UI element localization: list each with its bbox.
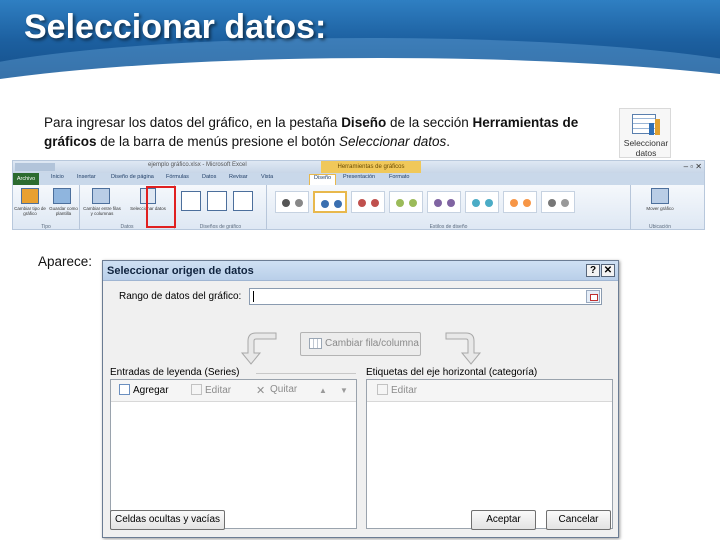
tab-inicio[interactable]: Inicio — [51, 174, 64, 180]
edit-icon — [377, 384, 388, 395]
move-down-button[interactable]: ▼ — [339, 386, 349, 396]
move-up-button[interactable]: ▲ — [318, 386, 328, 396]
tab-formulas[interactable]: Fórmulas — [166, 174, 189, 180]
switch-row-column-label[interactable]: Cambiar entre filas y columnas — [82, 206, 122, 216]
remove-x-icon: ✕ — [256, 385, 266, 397]
tab-datos[interactable]: Datos — [202, 174, 216, 180]
style-thumb[interactable] — [427, 191, 461, 213]
group-ubicacion: Mover gráfico Ubicación — [631, 185, 689, 230]
series-section-label: Entradas de leyenda (Series) — [110, 367, 240, 378]
layout-thumb[interactable] — [181, 191, 201, 211]
group-disenos: Diseños de gráfico — [175, 185, 267, 230]
group-label: Ubicación — [649, 224, 671, 230]
style-thumb-selected[interactable] — [313, 191, 347, 213]
tab-revisar[interactable]: Revisar — [229, 174, 248, 180]
series-toolbar: Agregar Editar ✕ Quitar ▲ ▼ — [111, 380, 356, 402]
change-chart-type-label[interactable]: Cambiar tipo de gráfico — [13, 206, 47, 216]
divider — [256, 373, 356, 374]
chart-bar — [655, 119, 660, 135]
select-data-big-icon: Seleccionar datos — [619, 108, 671, 158]
remove-series-button[interactable]: ✕ Quitar — [256, 384, 297, 397]
appears-label: Aparece: — [38, 254, 93, 269]
tab-vista[interactable]: Vista — [261, 174, 273, 180]
collapse-dialog-icon[interactable] — [586, 290, 600, 303]
chart-bar — [649, 123, 654, 135]
tab-diseno[interactable]: Diseño — [309, 174, 337, 185]
tab-formato[interactable]: Formato — [389, 174, 409, 180]
group-estilos: Estilos de diseño — [267, 185, 631, 230]
dialog-title: Seleccionar origen de datos — [107, 265, 254, 277]
text-cursor — [253, 291, 254, 302]
dialog-title-bar: Seleccionar origen de datos ? ✕ — [103, 261, 618, 281]
edit-series-button[interactable]: Editar — [191, 384, 231, 396]
style-thumb[interactable] — [389, 191, 423, 213]
excel-ribbon: ejemplo gráfico.xlsx - Microsoft Excel H… — [12, 160, 705, 230]
quick-access-toolbar[interactable] — [15, 163, 55, 171]
context-tab-label: Herramientas de gráficos — [321, 161, 421, 173]
slide-title: Seleccionar datos: — [24, 8, 327, 46]
ok-button[interactable]: Aceptar — [471, 510, 536, 530]
add-series-button[interactable]: Agregar — [119, 384, 169, 396]
switch-row-column-text: Cambiar fila/columna — [325, 338, 419, 349]
instruction-paragraph: Para ingresar los datos del gráfico, en … — [44, 115, 579, 149]
move-chart-label[interactable]: Mover gráfico — [639, 206, 681, 211]
move-chart-icon[interactable] — [651, 188, 669, 204]
select-data-source-dialog: Seleccionar origen de datos ? ✕ Rango de… — [102, 260, 619, 538]
save-template-label[interactable]: Guardar como plantilla — [47, 206, 80, 216]
tab-presentacion[interactable]: Presentación — [343, 174, 375, 180]
chart-range-input[interactable] — [249, 288, 602, 305]
add-icon — [119, 384, 130, 395]
hidden-cells-button[interactable]: Celdas ocultas y vacías — [110, 510, 225, 530]
style-thumb[interactable] — [465, 191, 499, 213]
template-icon[interactable] — [53, 188, 71, 204]
category-toolbar: Editar — [367, 380, 612, 402]
style-thumb[interactable] — [503, 191, 537, 213]
group-label: Diseños de gráfico — [199, 224, 242, 230]
group-tipo: Cambiar tipo de gráfico Guardar como pla… — [13, 185, 80, 230]
series-panel: Agregar Editar ✕ Quitar ▲ ▼ — [110, 379, 357, 529]
curved-arrow-down-right-icon — [445, 332, 482, 365]
style-thumb[interactable] — [351, 191, 385, 213]
switch-row-column-button[interactable]: Cambiar fila/columna — [300, 332, 421, 356]
switch-row-column-icon[interactable] — [92, 188, 110, 204]
switch-grid-icon — [309, 338, 322, 349]
style-thumb[interactable] — [275, 191, 309, 213]
layout-thumb[interactable] — [233, 191, 253, 211]
ribbon-tabs: Archivo Inicio Insertar Diseño de página… — [13, 173, 704, 185]
edit-category-button[interactable]: Editar — [377, 384, 417, 396]
layout-thumb[interactable] — [207, 191, 227, 211]
cancel-button[interactable]: Cancelar — [546, 510, 611, 530]
window-title: ejemplo gráfico.xlsx - Microsoft Excel — [148, 162, 247, 168]
chart-type-icon[interactable] — [21, 188, 39, 204]
select-data-highlight — [146, 186, 176, 228]
group-label: Estilos de diseño — [429, 224, 468, 230]
close-button[interactable]: ✕ — [601, 264, 615, 277]
edit-icon — [191, 384, 202, 395]
style-thumb[interactable] — [541, 191, 575, 213]
curved-arrow-down-left-icon — [240, 332, 277, 365]
group-label: Tipo — [41, 224, 51, 230]
ribbon-body: Cambiar tipo de gráfico Guardar como pla… — [13, 185, 704, 230]
chart-range-label: Rango de datos del gráfico: — [119, 291, 242, 302]
category-panel: Editar — [366, 379, 613, 529]
tab-diseno-pagina[interactable]: Diseño de página — [111, 174, 154, 180]
window-controls[interactable]: – ▫ ✕ — [684, 162, 702, 171]
category-section-label: Etiquetas del eje horizontal (categoría) — [366, 367, 538, 378]
help-button[interactable]: ? — [586, 264, 600, 277]
big-icon-label: Seleccionar datos — [623, 138, 669, 158]
tab-insertar[interactable]: Insertar — [77, 174, 96, 180]
ribbon-title-bar: ejemplo gráfico.xlsx - Microsoft Excel H… — [13, 161, 704, 173]
tab-archivo[interactable]: Archivo — [13, 173, 39, 185]
